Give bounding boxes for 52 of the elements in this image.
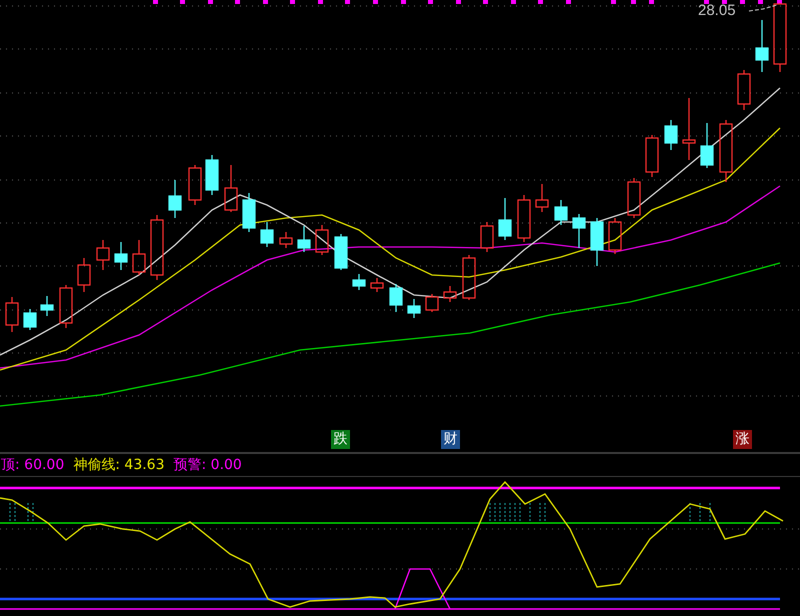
candlestick	[572, 214, 586, 248]
candlestick	[188, 165, 202, 205]
indicator-reading: 预警: 0.00	[174, 456, 242, 474]
candlestick	[737, 70, 751, 110]
candlestick	[23, 309, 37, 330]
candlestick	[315, 225, 329, 255]
candlestick	[700, 123, 714, 168]
candlestick	[407, 299, 421, 318]
candlestick	[517, 195, 531, 242]
candlestick	[279, 232, 293, 248]
candlestick	[590, 218, 604, 266]
candlestick	[627, 178, 641, 218]
signal-badge: 涨	[733, 430, 752, 449]
candlestick	[224, 165, 238, 212]
indicator-reading: 顶: 60.00	[1, 456, 64, 474]
candlestick	[664, 120, 678, 150]
candlestick	[535, 184, 549, 212]
indicator-reading: 神偷线: 43.63	[73, 456, 164, 474]
candlestick	[242, 193, 256, 232]
candlestick	[334, 234, 348, 270]
candlestick	[389, 284, 403, 312]
candlestick	[425, 294, 439, 312]
candlestick	[352, 274, 366, 290]
candlestick	[77, 258, 91, 292]
candlestick	[150, 215, 164, 280]
candlestick	[40, 296, 54, 316]
candlestick	[682, 98, 696, 160]
candlestick	[498, 198, 512, 240]
signal-badge: 财	[441, 430, 460, 449]
candlestick	[755, 20, 769, 72]
candlestick	[719, 120, 733, 182]
candlestick	[114, 242, 128, 270]
candlestick	[132, 240, 146, 275]
candlestick	[480, 222, 494, 252]
candlestick	[96, 240, 110, 270]
candlestick	[260, 222, 274, 247]
signal-badge: 跌	[331, 430, 350, 449]
candlestick	[554, 200, 568, 225]
candlestick	[205, 155, 219, 195]
candlestick	[5, 297, 19, 332]
candlestick	[59, 285, 73, 328]
candlestick	[297, 226, 311, 252]
candlestick	[443, 286, 457, 302]
candlestick	[370, 278, 384, 292]
candlestick	[462, 255, 476, 300]
candlestick	[608, 218, 622, 254]
leader-line	[748, 4, 778, 12]
candlestick	[645, 135, 659, 177]
price-label: 28.05	[698, 2, 736, 19]
candlestick	[168, 180, 182, 218]
candlestick	[773, 3, 787, 72]
warning-line	[394, 568, 451, 610]
